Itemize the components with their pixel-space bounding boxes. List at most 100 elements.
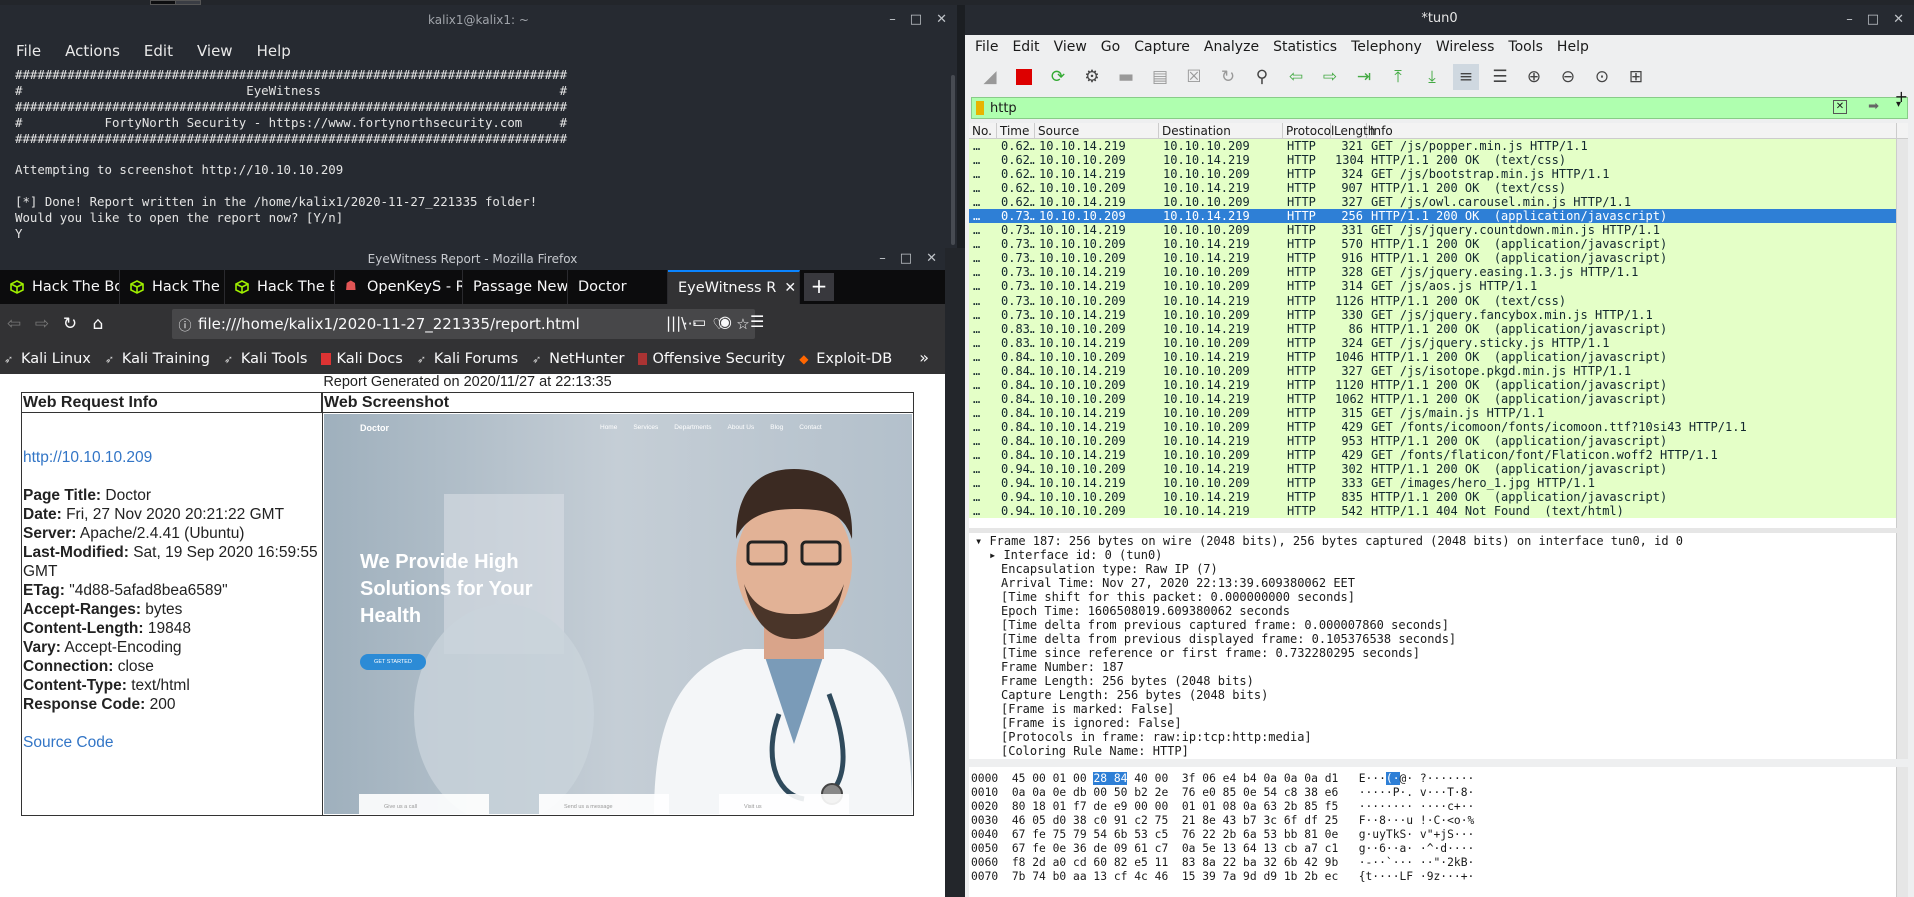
bytes-scrollbar[interactable] bbox=[1896, 767, 1908, 897]
restart-capture-icon[interactable]: ⟳ bbox=[1045, 64, 1071, 90]
tab-hack-the-box[interactable]: Hack The Box bbox=[0, 270, 120, 304]
packet-row[interactable]: … 0.62… 10.10.14.219 10.10.10.209 HTTP 321 GET… bbox=[969, 139, 1908, 154]
go-back-icon[interactable]: ⇦ bbox=[1283, 64, 1309, 90]
column-header-info[interactable]: Info bbox=[1367, 123, 1897, 138]
capture-options-icon[interactable]: ⚙ bbox=[1079, 64, 1105, 90]
ws-menu-edit[interactable]: Edit bbox=[1012, 39, 1039, 55]
column-header-protocol[interactable]: Protocol bbox=[1283, 123, 1334, 138]
packet-list[interactable]: No. Time Source Destination Protocol Length In… bbox=[969, 123, 1908, 528]
bookmarks-overflow-icon[interactable]: » bbox=[919, 348, 929, 367]
expand-triangle-icon[interactable]: ▸ bbox=[989, 548, 1003, 562]
zoom-out-icon[interactable]: ⊖ bbox=[1555, 64, 1581, 90]
sidebar-icon[interactable]: ▭ bbox=[692, 313, 706, 331]
packet-row[interactable]: … 0.84… 10.10.14.219 10.10.10.209 HTTP 429 GET… bbox=[969, 419, 1908, 434]
bookmark-kali-training[interactable]: ➶ Kali Training bbox=[105, 351, 210, 367]
shark-fin-start-icon[interactable]: ◢ bbox=[977, 64, 1003, 90]
bookmark-offensive-security[interactable]: Offensive Security bbox=[638, 351, 785, 367]
detail-line[interactable]: Epoch Time: 1606508019.609380062 seconds bbox=[969, 604, 1908, 618]
terminal-output[interactable]: ########################################… bbox=[0, 67, 957, 242]
resize-columns-icon[interactable]: ⊞ bbox=[1623, 64, 1649, 90]
web-screenshot[interactable]: Doctor Home Services Departments About Us Bl… bbox=[324, 414, 912, 814]
tab-passage-news[interactable]: Passage News bbox=[463, 270, 568, 304]
pane-splitter[interactable] bbox=[969, 759, 1908, 767]
detail-line[interactable]: ▸ Interface id: 0 (tun0) bbox=[969, 548, 1908, 562]
back-arrow-icon[interactable]: ⇦ bbox=[0, 314, 28, 334]
terminal-scrollbar[interactable] bbox=[951, 75, 955, 245]
detail-line[interactable]: [Time delta from previous displayed fram… bbox=[969, 632, 1908, 646]
menu-actions[interactable]: Actions bbox=[65, 42, 120, 60]
ws-menu-statistics[interactable]: Statistics bbox=[1273, 39, 1337, 55]
packet-row[interactable]: … 0.73… 10.10.10.209 10.10.14.219 HTTP 916 HTT… bbox=[969, 251, 1908, 266]
close-icon[interactable]: ✕ bbox=[1893, 6, 1904, 34]
packet-row[interactable]: … 0.62… 10.10.10.209 10.10.14.219 HTTP 907 HTT… bbox=[969, 181, 1908, 196]
info-icon[interactable]: ⓘ bbox=[172, 315, 198, 334]
display-filter-input[interactable]: http bbox=[990, 101, 1017, 116]
colorize-icon[interactable]: ☰ bbox=[1487, 64, 1513, 90]
packet-row[interactable]: … 0.62… 10.10.10.209 10.10.14.219 HTTP 1304 HT… bbox=[969, 153, 1908, 168]
save-file-icon[interactable]: ▤ bbox=[1147, 64, 1173, 90]
bookmark-kali-tools[interactable]: ➶ Kali Tools bbox=[224, 351, 308, 367]
detail-line[interactable]: [Protocols in frame: raw:ip:tcp:http:med… bbox=[969, 730, 1908, 744]
source-code-link[interactable]: Source Code bbox=[23, 734, 113, 751]
tab-hack-the-box[interactable]: Hack The Box bbox=[120, 270, 225, 304]
minimize-icon[interactable]: – bbox=[1846, 6, 1853, 34]
tab-doctor[interactable]: Doctor bbox=[568, 270, 668, 304]
display-filter-bar[interactable]: http ✕ ➡ ▾ bbox=[971, 97, 1908, 119]
detail-line[interactable]: [Time since reference or first frame: 0.… bbox=[969, 646, 1908, 660]
packet-row[interactable]: … 0.84… 10.10.10.209 10.10.14.219 HTTP 1120 HT… bbox=[969, 377, 1908, 392]
tab-openkeys[interactable]: ☗ OpenKeyS - R bbox=[335, 270, 463, 304]
detail-line[interactable]: [Frame is ignored: False] bbox=[969, 716, 1908, 730]
hamburger-menu-icon[interactable]: ☰ bbox=[750, 312, 764, 331]
bookmark-exploit-db[interactable]: ◆ Exploit-DB bbox=[799, 351, 892, 367]
first-packet-icon[interactable]: ⤒ bbox=[1385, 64, 1411, 90]
collapse-triangle-icon[interactable]: ▾ bbox=[975, 534, 989, 548]
ws-menu-telephony[interactable]: Telephony bbox=[1351, 39, 1422, 55]
packet-row[interactable]: … 0.94… 10.10.10.209 10.10.14.219 HTTP 302 HTT… bbox=[969, 462, 1908, 477]
packet-row[interactable]: … 0.73… 10.10.10.209 10.10.14.219 HTTP 256 HTT… bbox=[969, 209, 1908, 224]
details-scrollbar[interactable] bbox=[1896, 533, 1908, 759]
ws-menu-analyze[interactable]: Analyze bbox=[1204, 39, 1259, 55]
packet-row[interactable]: … 0.73… 10.10.10.209 10.10.14.219 HTTP 1126 HT… bbox=[969, 293, 1908, 308]
tab-close-icon[interactable]: ✕ bbox=[784, 280, 796, 296]
reload-file-icon[interactable]: ↻ bbox=[1215, 64, 1241, 90]
packet-row[interactable]: … 0.94… 10.10.14.219 10.10.10.209 HTTP 333 GET… bbox=[969, 476, 1908, 491]
tab-hack-the-box[interactable]: Hack The Box bbox=[225, 270, 335, 304]
target-url-link[interactable]: http://10.10.10.209 bbox=[23, 449, 152, 466]
stop-capture-icon[interactable] bbox=[1011, 64, 1037, 90]
ws-menu-go[interactable]: Go bbox=[1101, 39, 1120, 55]
new-tab-button[interactable]: + bbox=[804, 273, 834, 301]
library-icon[interactable]: |||\ bbox=[666, 314, 686, 332]
packet-details[interactable]: ▾ Frame 187: 256 bytes on wire (2048 bit… bbox=[969, 533, 1908, 759]
packet-row[interactable]: … 0.84… 10.10.14.219 10.10.10.209 HTTP 429 GET… bbox=[969, 448, 1908, 463]
tab-eyewitness-report[interactable]: EyeWitness R ✕ bbox=[668, 270, 800, 304]
menu-help[interactable]: Help bbox=[257, 42, 291, 60]
packet-row[interactable]: … 0.73… 10.10.14.219 10.10.10.209 HTTP 314 GET… bbox=[969, 279, 1908, 294]
bookmark-kali-forums[interactable]: ➶ Kali Forums bbox=[417, 351, 518, 367]
packet-row[interactable]: … 0.84… 10.10.10.209 10.10.14.219 HTTP 953 HTT… bbox=[969, 433, 1908, 449]
bookmark-filter-icon[interactable] bbox=[976, 101, 984, 115]
detail-line[interactable]: [Frame is marked: False] bbox=[969, 702, 1908, 716]
packet-row[interactable]: … 0.73… 10.10.14.219 10.10.10.209 HTTP 328 GET… bbox=[969, 265, 1908, 280]
minimize-icon[interactable]: – bbox=[879, 248, 886, 270]
last-packet-icon[interactable]: ⤓ bbox=[1419, 64, 1445, 90]
apply-filter-icon[interactable]: ➡ bbox=[1868, 99, 1879, 114]
ws-menu-tools[interactable]: Tools bbox=[1508, 39, 1543, 55]
zoom-reset-icon[interactable]: ⊙ bbox=[1589, 64, 1615, 90]
packet-row[interactable]: … 0.94… 10.10.10.209 10.10.14.219 HTTP 542 HTT… bbox=[969, 504, 1908, 519]
open-file-icon[interactable]: ▬ bbox=[1113, 64, 1139, 90]
maximize-icon[interactable]: □ bbox=[1867, 6, 1879, 34]
bookmark-nethunter[interactable]: ➶ NetHunter bbox=[532, 351, 624, 367]
forward-arrow-icon[interactable]: ⇨ bbox=[28, 314, 56, 334]
clear-filter-icon[interactable]: ✕ bbox=[1833, 100, 1847, 114]
detail-line[interactable]: Frame Number: 187 bbox=[969, 660, 1908, 674]
ws-menu-wireless[interactable]: Wireless bbox=[1436, 39, 1495, 55]
detail-line[interactable]: Frame Length: 256 bytes (2048 bits) bbox=[969, 674, 1908, 688]
packet-list-scrollbar[interactable] bbox=[1896, 139, 1908, 528]
maximize-icon[interactable]: □ bbox=[900, 248, 912, 270]
zoom-in-icon[interactable]: ⊕ bbox=[1521, 64, 1547, 90]
menu-view[interactable]: View bbox=[197, 42, 233, 60]
autoscroll-icon[interactable]: ≡ bbox=[1453, 64, 1479, 90]
ws-menu-help[interactable]: Help bbox=[1557, 39, 1589, 55]
column-header-length[interactable]: Length bbox=[1331, 123, 1375, 138]
close-icon[interactable]: ✕ bbox=[936, 5, 947, 35]
